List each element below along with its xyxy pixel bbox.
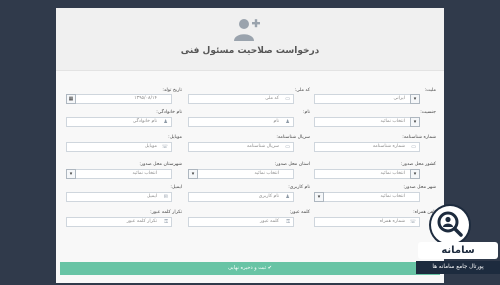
page-title: درخواست صلاحیت مسئول فنی [180,46,320,56]
nationality-select[interactable]: ایرانی ▾ [314,94,420,104]
national-code-input[interactable]: ▭ کد ملی [188,94,294,104]
mobile-label: موبایل: [168,135,182,140]
birth-date-label: تاریخ تولد: [162,88,182,93]
brand-name: سامانه [418,242,498,259]
id-number-input[interactable]: ▭ شماره شناسنامه [314,142,420,152]
birth-country-select[interactable]: انتخاب نمائید ▾ [314,169,420,179]
registration-form: ملیت: ایرانی ▾ کد ملی: ▭ کد ملی تاریخ تو… [56,70,444,270]
birth-city-label: شهرستان محل صدور: [139,162,182,167]
mobile-verified-input[interactable]: ☏ شماره همراه [314,217,420,227]
id-serial-label: سریال شناسنامه: [276,135,310,140]
national-code-label: کد ملی: [294,88,310,93]
password-repeat-input[interactable]: ⚿ تکرار کلمه عبور [66,217,172,227]
chevron-down-icon: ▾ [314,192,324,202]
first-name-label: نام: [302,110,310,115]
issue-city-select[interactable]: انتخاب نمائید ▾ [314,192,420,202]
username-label: نام کاربری: [288,185,310,190]
add-user-icon [234,19,260,41]
chevron-down-icon: ▾ [66,169,76,179]
form-header: درخواست صلاحیت مسئول فنی [56,8,444,71]
chevron-down-icon: ▾ [410,117,420,127]
check-icon: ✔ [267,265,272,271]
password-label: کلمه عبور: [289,210,310,215]
birth-country-label: کشور محل صدور: [401,162,436,167]
mobile-input[interactable]: ☏ موبایل [66,142,172,152]
last-name-input[interactable]: ♟ نام خانوادگی [66,117,172,127]
id-serial-input[interactable]: ▭ سریال شناسنامه [188,142,294,152]
birth-date-input[interactable]: ۱۳۹۵/۰۸/۱۴ ▦ [66,94,172,104]
id-card-icon: ▭ [411,144,416,150]
user-icon: ♟ [285,194,290,200]
brand-tagline: پورتال جامع سامانه ها [416,261,500,274]
issue-city-label: شهر محل صدور: [403,185,436,190]
envelope-icon: ✉ [163,194,168,200]
username-input[interactable]: ♟ نام کاربری [188,192,294,202]
id-card-icon: ▭ [285,96,290,102]
user-icon: ♟ [285,119,290,125]
password-input[interactable]: ⚿ کلمه عبور [188,217,294,227]
user-icon: ♟ [163,119,168,125]
key-icon: ⚿ [286,219,290,225]
first-name-input[interactable]: ♟ نام [188,117,294,127]
magnifier-user-icon [437,211,463,237]
chevron-down-icon: ▾ [410,94,420,104]
chevron-down-icon: ▾ [410,169,420,179]
gender-label: جنسیت: [420,110,436,115]
email-label: ایمیل: [170,185,182,190]
form-card: درخواست صلاحیت مسئول فنی ملیت: ایرانی ▾ … [56,8,444,283]
gender-select[interactable]: انتخاب نمائید ▾ [314,117,420,127]
phone-icon: ☏ [161,144,168,150]
chevron-down-icon: ▾ [188,169,198,179]
id-number-label: شماره شناسنامه: [402,135,436,140]
brand-logo [431,206,469,244]
submit-button[interactable]: ✔ ثبت و ذخیره نهایی [60,262,440,275]
key-icon: ⚿ [164,219,168,225]
last-name-label: نام خانوادگی: [156,110,182,115]
brand-watermark: سامانه پورتال جامع سامانه ها [414,206,500,276]
birth-city-select[interactable]: انتخاب نمائید ▾ [66,169,172,179]
nationality-label: ملیت: [424,88,436,93]
email-input[interactable]: ✉ ایمیل [66,192,172,202]
password-repeat-label: تکرار کلمه عبور: [150,210,182,215]
id-card-icon: ▭ [285,144,290,150]
calendar-icon[interactable]: ▦ [66,94,76,104]
birth-province-label: استان محل صدور: [274,162,310,167]
birth-province-select[interactable]: انتخاب نمائید ▾ [188,169,294,179]
